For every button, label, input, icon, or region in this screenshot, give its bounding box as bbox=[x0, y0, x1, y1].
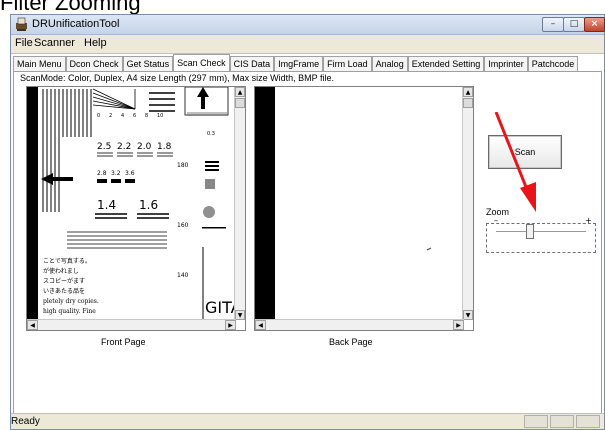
maximize-button[interactable]: □ bbox=[563, 17, 585, 32]
tab-extended-setting[interactable]: Extended Setting bbox=[407, 56, 485, 71]
front-num-0-3: 0.3 bbox=[207, 131, 215, 137]
scroll-thumb[interactable] bbox=[235, 98, 245, 108]
back-page-image bbox=[255, 87, 464, 320]
menu-scanner[interactable]: Scanner bbox=[34, 37, 75, 49]
front-text-line-1: ことで写真する。 bbox=[43, 257, 91, 265]
scroll-down-arrow-icon[interactable]: ▼ bbox=[235, 310, 245, 320]
scan-mode-text: ScanMode: Color, Duplex, A4 size Length … bbox=[20, 73, 334, 83]
front-res-3-2: 3.2 bbox=[111, 170, 121, 177]
front-page-label: Front Page bbox=[101, 337, 146, 347]
zoom-slider-frame bbox=[486, 223, 596, 253]
front-text-line-2: が使われまし bbox=[43, 267, 79, 275]
front-horizontal-scrollbar[interactable]: ◀ ▶ bbox=[27, 319, 236, 330]
front-res-2-2: 2.2 bbox=[117, 142, 131, 152]
scroll-up-arrow-icon[interactable]: ▲ bbox=[235, 87, 245, 97]
zoom-control: Zoom – + bbox=[486, 207, 596, 257]
tab-analog[interactable]: Analog bbox=[371, 56, 408, 71]
front-num-4: 4 bbox=[121, 113, 124, 119]
tab-firm-load[interactable]: Firm Load bbox=[323, 56, 372, 71]
status-pane bbox=[524, 415, 548, 428]
screenshot-root: Filter Zooming DRUnificationTool – □ × F… bbox=[0, 0, 605, 430]
scroll-right-arrow-icon[interactable]: ▶ bbox=[453, 320, 464, 330]
close-button[interactable]: × bbox=[584, 17, 605, 32]
front-text-line-3: スコピーがます bbox=[43, 277, 85, 285]
front-res-2-5: 2.5 bbox=[97, 142, 111, 152]
main-panel: Main Menu Dcon Check Get Status Scan Che… bbox=[11, 53, 604, 429]
front-text-line-4: いきあたる品を bbox=[43, 288, 85, 295]
front-num-160: 160 bbox=[177, 222, 189, 229]
status-text: Ready bbox=[11, 416, 40, 427]
front-res-2-8: 2.8 bbox=[97, 170, 107, 177]
scroll-up-arrow-icon[interactable]: ▲ bbox=[463, 87, 473, 97]
front-res-1-8: 1.8 bbox=[157, 142, 172, 152]
front-num-0: 0 bbox=[97, 113, 100, 119]
front-res-1-6: 1.6 bbox=[139, 198, 158, 212]
tab-imprinter[interactable]: Imprinter bbox=[484, 56, 528, 71]
tab-patchcode[interactable]: Patchcode bbox=[527, 56, 579, 71]
menu-bar: File Scanner Help bbox=[11, 35, 604, 52]
front-res-1-4: 1.4 bbox=[97, 198, 116, 212]
tab-get-status[interactable]: Get Status bbox=[122, 56, 174, 71]
title-bar[interactable]: DRUnificationTool – □ × bbox=[11, 15, 605, 35]
scan-check-body: ScanMode: Color, Duplex, A4 size Length … bbox=[13, 71, 602, 428]
front-num-6: 6 bbox=[133, 113, 136, 119]
tab-imgframe[interactable]: ImgFrame bbox=[274, 56, 324, 71]
scroll-right-arrow-icon[interactable]: ▶ bbox=[225, 320, 236, 330]
scroll-left-arrow-icon[interactable]: ◀ bbox=[27, 320, 38, 330]
scroll-down-arrow-icon[interactable]: ▼ bbox=[463, 310, 473, 320]
scroll-left-arrow-icon[interactable]: ◀ bbox=[255, 320, 266, 330]
front-page-viewer[interactable]: 0 2 4 6 8 10 0.3 2.5 2.2 2.0 1.8 2.8 3.2… bbox=[26, 86, 246, 331]
front-vertical-scrollbar[interactable]: ▲ ▼ bbox=[234, 87, 245, 320]
front-num-180: 180 bbox=[177, 162, 189, 169]
app-window: DRUnificationTool – □ × File Scanner Hel… bbox=[10, 14, 605, 430]
back-page-viewer[interactable]: ▲ ▼ ◀ ▶ bbox=[254, 86, 474, 331]
status-bar: Ready bbox=[11, 413, 604, 429]
tab-dcon-check[interactable]: Dcon Check bbox=[65, 56, 123, 71]
status-pane bbox=[576, 415, 600, 428]
menu-file[interactable]: File bbox=[15, 37, 33, 49]
tab-scan-check[interactable]: Scan Check bbox=[173, 54, 230, 71]
scan-button[interactable]: Scan bbox=[488, 135, 562, 169]
zoom-slider-thumb[interactable] bbox=[526, 224, 535, 239]
back-page-label: Back Page bbox=[329, 337, 373, 347]
zoom-slider-track[interactable] bbox=[496, 231, 586, 233]
front-brand-text: GITAL bbox=[205, 298, 236, 317]
back-vertical-scrollbar[interactable]: ▲ ▼ bbox=[462, 87, 473, 320]
front-num-2: 2 bbox=[109, 113, 112, 119]
front-res-2-0: 2.0 bbox=[137, 142, 152, 152]
back-horizontal-scrollbar[interactable]: ◀ ▶ bbox=[255, 319, 464, 330]
front-num-140: 140 bbox=[177, 272, 189, 279]
minimize-button[interactable]: – bbox=[542, 17, 564, 32]
front-res-3-6: 3.6 bbox=[125, 170, 135, 177]
tab-main-menu[interactable]: Main Menu bbox=[13, 56, 66, 71]
menu-help[interactable]: Help bbox=[84, 37, 107, 49]
scroll-thumb[interactable] bbox=[463, 98, 473, 108]
window-title: DRUnificationTool bbox=[32, 18, 120, 30]
front-text-line-6: high quality. Fine bbox=[43, 308, 96, 315]
tab-strip: Main Menu Dcon Check Get Status Scan Che… bbox=[13, 54, 579, 72]
tab-cis-data[interactable]: CIS Data bbox=[229, 56, 275, 71]
front-text-line-5: pletely dry copies. bbox=[43, 298, 99, 305]
status-pane bbox=[550, 415, 574, 428]
front-page-image: 0 2 4 6 8 10 0.3 2.5 2.2 2.0 1.8 2.8 3.2… bbox=[27, 87, 245, 320]
front-num-10: 10 bbox=[157, 113, 163, 119]
front-num-8: 8 bbox=[145, 113, 148, 119]
scanner-app-icon bbox=[15, 17, 28, 32]
